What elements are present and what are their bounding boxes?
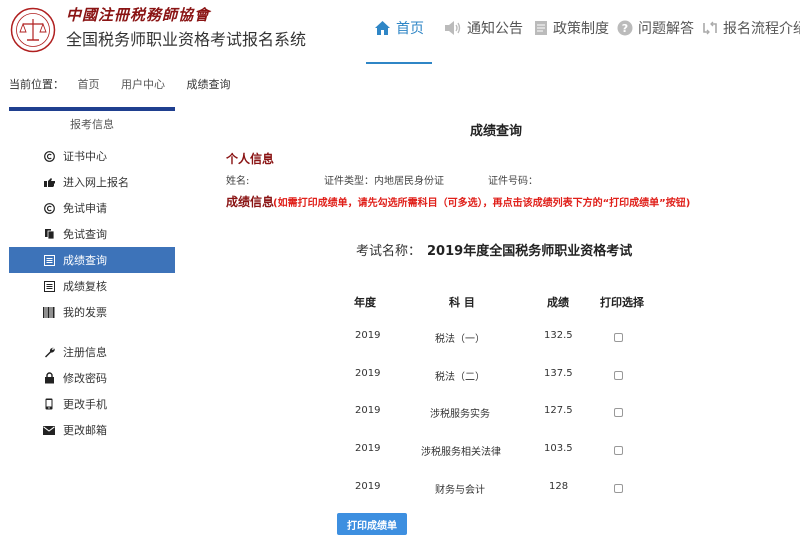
cell-subject: 涉税服务实务 — [430, 409, 490, 420]
breadcrumb: 当前位置： 首页 用户中心 成绩查询 — [9, 76, 249, 92]
sidebar-item-certificate[interactable]: 证书中心 — [9, 143, 175, 169]
document-icon — [535, 21, 547, 35]
list-box-icon — [43, 280, 55, 292]
nav-faq[interactable]: ? 问题解答 — [617, 16, 694, 40]
nav-flow-label: 报名流程介绍 — [723, 21, 800, 37]
cell-subject: 税法（二） — [435, 372, 485, 383]
sidebar-item-online-registration[interactable]: 进入网上报名 — [9, 169, 175, 195]
cell-score: 137.5 — [544, 368, 573, 379]
breadcrumb-prefix: 当前位置： — [9, 78, 64, 91]
print-select-checkbox[interactable] — [614, 446, 623, 455]
speaker-icon — [445, 21, 461, 35]
barcode-icon — [43, 306, 55, 318]
personal-info-title: 个人信息 — [226, 152, 275, 166]
sidebar-item-label: 免试申请 — [63, 202, 107, 215]
org-name: 中國注冊税務師協會 — [66, 6, 211, 24]
sidebar-item-label: 免试查询 — [63, 228, 107, 241]
exam-name-row: 考试名称： 2019年度全国税务师职业资格考试 — [356, 240, 632, 259]
svg-text:?: ? — [622, 22, 628, 35]
envelope-icon — [43, 425, 55, 435]
nav-notices[interactable]: 通知公告 — [444, 16, 523, 40]
nav-policy-label: 政策制度 — [553, 21, 609, 37]
print-select-checkbox[interactable] — [614, 408, 623, 417]
home-icon — [375, 21, 390, 35]
wrench-icon — [44, 347, 55, 357]
nav-policy[interactable]: 政策制度 — [534, 16, 609, 40]
flow-icon — [703, 21, 717, 35]
sidebar-item-change-email[interactable]: 更改邮箱 — [9, 417, 175, 443]
score-info-title: 成绩信息 — [226, 195, 275, 209]
sidebar-item-label: 进入网上报名 — [63, 176, 129, 189]
system-name: 全国税务师职业资格考试报名系统 — [66, 30, 307, 49]
cell-score: 132.5 — [544, 330, 573, 341]
col-header-year: 年度 — [354, 296, 376, 309]
certificate-icon — [43, 150, 55, 162]
sidebar-item-score-review[interactable]: 成绩复核 — [9, 273, 175, 299]
cell-subject: 财务与会计 — [435, 485, 485, 496]
id-number-label: 证件号码： — [488, 176, 538, 187]
sidebar-item-registration-info[interactable]: 注册信息 — [9, 339, 175, 365]
nav-notices-label: 通知公告 — [467, 21, 523, 37]
personal-info-row: 姓名: 证件类型：内地居民身份证 证件号码： — [226, 172, 538, 187]
print-select-checkbox[interactable] — [614, 371, 623, 380]
exam-name-label: 考试名称： — [356, 244, 422, 259]
cell-score: 103.5 — [544, 443, 573, 454]
cell-subject: 税法（一） — [435, 334, 485, 345]
breadcrumb-current: 成绩查询 — [186, 78, 231, 91]
page-title: 成绩查询 — [470, 124, 523, 139]
col-header-score: 成绩 — [547, 296, 569, 309]
sidebar-item-exemption-apply[interactable]: 免试申请 — [9, 195, 175, 221]
cell-subject: 涉税服务相关法律 — [421, 447, 501, 458]
sidebar-item-label: 更改邮箱 — [63, 424, 107, 437]
sidebar-item-label: 成绩复核 — [63, 280, 107, 293]
cell-year: 2019 — [355, 481, 381, 492]
nav-active-underline — [366, 62, 432, 64]
phone-icon — [45, 398, 53, 410]
association-seal-icon — [10, 7, 56, 53]
nav-flow[interactable]: 报名流程介绍 — [702, 16, 800, 40]
print-select-checkbox[interactable] — [614, 484, 623, 493]
hand-pointer-icon — [43, 177, 55, 187]
cell-score: 127.5 — [544, 405, 573, 416]
nav-faq-label: 问题解答 — [638, 21, 694, 37]
sidebar-top-bar — [9, 107, 175, 111]
cell-year: 2019 — [355, 405, 381, 416]
copy-icon — [44, 229, 54, 240]
circle-c-icon — [43, 202, 55, 214]
cell-year: 2019 — [355, 330, 381, 341]
col-header-print-select: 打印选择 — [600, 296, 644, 309]
id-type-label: 证件类型：内地居民身份证 — [324, 176, 444, 187]
print-transcript-button[interactable]: 打印成绩单 — [337, 513, 407, 535]
sidebar-item-change-phone[interactable]: 更改手机 — [9, 391, 175, 417]
sidebar-item-label: 我的发票 — [63, 306, 107, 319]
cell-score: 128 — [549, 481, 569, 492]
sidebar-item-label: 证书中心 — [63, 150, 107, 163]
sidebar-item-invoice[interactable]: 我的发票 — [9, 299, 175, 325]
cell-year: 2019 — [355, 368, 381, 379]
sidebar-item-score-query[interactable]: 成绩查询 — [9, 247, 175, 273]
sidebar-item-label: 更改手机 — [63, 398, 107, 411]
exam-name-value: 2019年度全国税务师职业资格考试 — [427, 244, 633, 259]
print-instruction-notice: (如需打印成绩单，请先勾选所需科目（可多选），再点击该成绩列表下方的“打印成绩单… — [273, 198, 691, 209]
lock-icon — [44, 372, 54, 384]
nav-home-label: 首页 — [396, 21, 424, 37]
header: 中國注冊税務師協會 全国税务师职业资格考试报名系统 首页 通知公告 政策制度 ?… — [0, 0, 800, 64]
sidebar-item-change-password[interactable]: 修改密码 — [9, 365, 175, 391]
name-label: 姓名: — [226, 176, 250, 187]
cell-year: 2019 — [355, 443, 381, 454]
breadcrumb-home[interactable]: 首页 — [78, 78, 100, 91]
sidebar-title: 报考信息 — [70, 118, 114, 131]
top-nav: 首页 通知公告 政策制度 ? 问题解答 报名流程介绍 — [366, 0, 800, 64]
col-header-subject: 科 目 — [449, 296, 475, 309]
print-select-checkbox[interactable] — [614, 333, 623, 342]
question-icon: ? — [617, 20, 633, 36]
sidebar-item-label: 修改密码 — [63, 372, 107, 385]
sidebar-item-label: 注册信息 — [63, 346, 107, 359]
list-icon — [43, 254, 55, 266]
sidebar-item-label: 成绩查询 — [63, 254, 107, 267]
sidebar-item-exemption-query[interactable]: 免试查询 — [9, 221, 175, 247]
nav-home[interactable]: 首页 — [374, 16, 424, 40]
breadcrumb-user-center[interactable]: 用户中心 — [121, 78, 165, 91]
